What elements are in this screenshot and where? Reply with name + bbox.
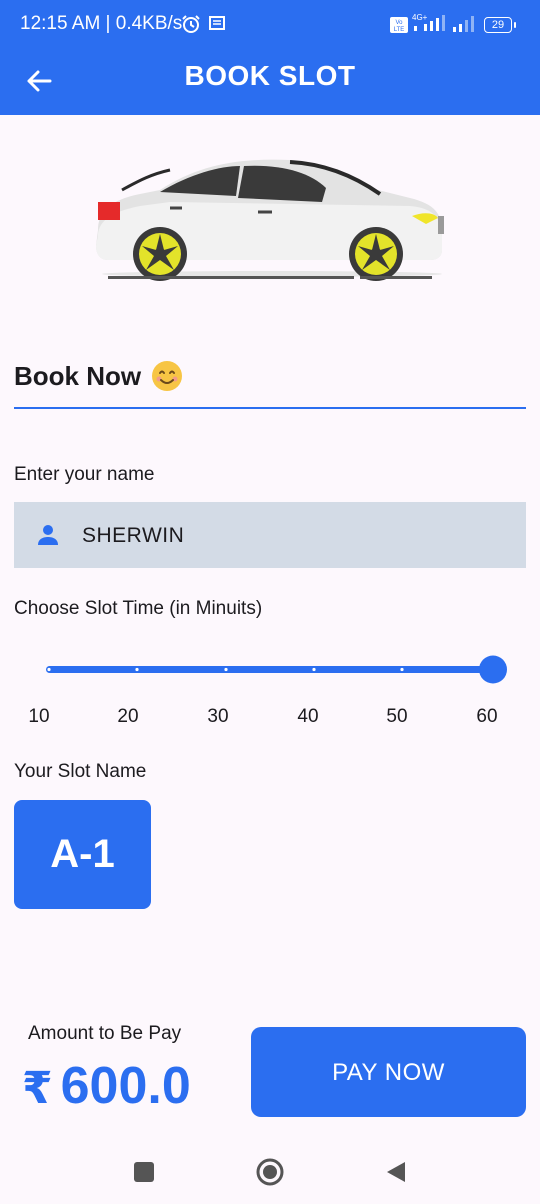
amount-label: Amount to Be Pay bbox=[28, 1023, 182, 1044]
back-button[interactable] bbox=[385, 1160, 407, 1184]
slot-name-badge: A-1 bbox=[14, 800, 151, 909]
tick-label: 10 bbox=[28, 706, 50, 727]
tick-label: 40 bbox=[297, 706, 319, 727]
amount-value: 600.0 bbox=[60, 1057, 191, 1115]
slot-time-label: Choose Slot Time (in Minuits) bbox=[14, 598, 263, 619]
status-time: 12:15 AM | 0.4KB/s bbox=[20, 13, 183, 34]
name-input[interactable] bbox=[80, 502, 504, 570]
message-icon bbox=[209, 16, 225, 30]
tick-label: 30 bbox=[207, 706, 229, 727]
battery-icon: 29 bbox=[484, 17, 516, 33]
signal-icon: 4G+ bbox=[412, 13, 445, 31]
volte-icon: Vo LTE bbox=[390, 17, 408, 33]
svg-text:4G+: 4G+ bbox=[412, 13, 428, 22]
heading-divider bbox=[14, 407, 526, 409]
status-bar: 12:15 AM | 0.4KB/s Vo LTE 4G+ 29 bbox=[0, 0, 540, 48]
slider-ticks: 10 20 30 40 50 60 bbox=[0, 706, 540, 732]
smiley-icon bbox=[152, 361, 183, 391]
recents-button[interactable] bbox=[133, 1161, 155, 1183]
home-button[interactable] bbox=[256, 1158, 284, 1186]
book-now-text: Book Now bbox=[14, 360, 142, 391]
slider-thumb bbox=[479, 655, 507, 684]
amount-display: ₹ 600.0 bbox=[22, 1056, 191, 1116]
signal-icon-2 bbox=[453, 16, 474, 32]
person-icon bbox=[38, 525, 58, 545]
name-label: Enter your name bbox=[14, 464, 155, 485]
alarm-icon bbox=[182, 15, 200, 33]
tick-label: 60 bbox=[476, 706, 498, 727]
car-illustration bbox=[96, 159, 444, 281]
name-field[interactable] bbox=[14, 502, 526, 570]
tick-label: 50 bbox=[386, 706, 408, 727]
system-nav-bar bbox=[0, 1140, 540, 1204]
slot-name-label: Your Slot Name bbox=[14, 761, 147, 782]
currency-symbol: ₹ bbox=[22, 1064, 53, 1113]
book-now-heading: Book Now bbox=[14, 360, 183, 392]
svg-text:LTE: LTE bbox=[394, 27, 405, 33]
pay-now-button[interactable]: PAY NOW bbox=[251, 1027, 526, 1117]
svg-text:Vo: Vo bbox=[395, 20, 403, 26]
app-bar: BOOK SLOT bbox=[0, 48, 540, 115]
slot-time-slider[interactable] bbox=[38, 650, 518, 690]
page-title: BOOK SLOT bbox=[184, 60, 356, 91]
tick-label: 20 bbox=[117, 706, 139, 727]
